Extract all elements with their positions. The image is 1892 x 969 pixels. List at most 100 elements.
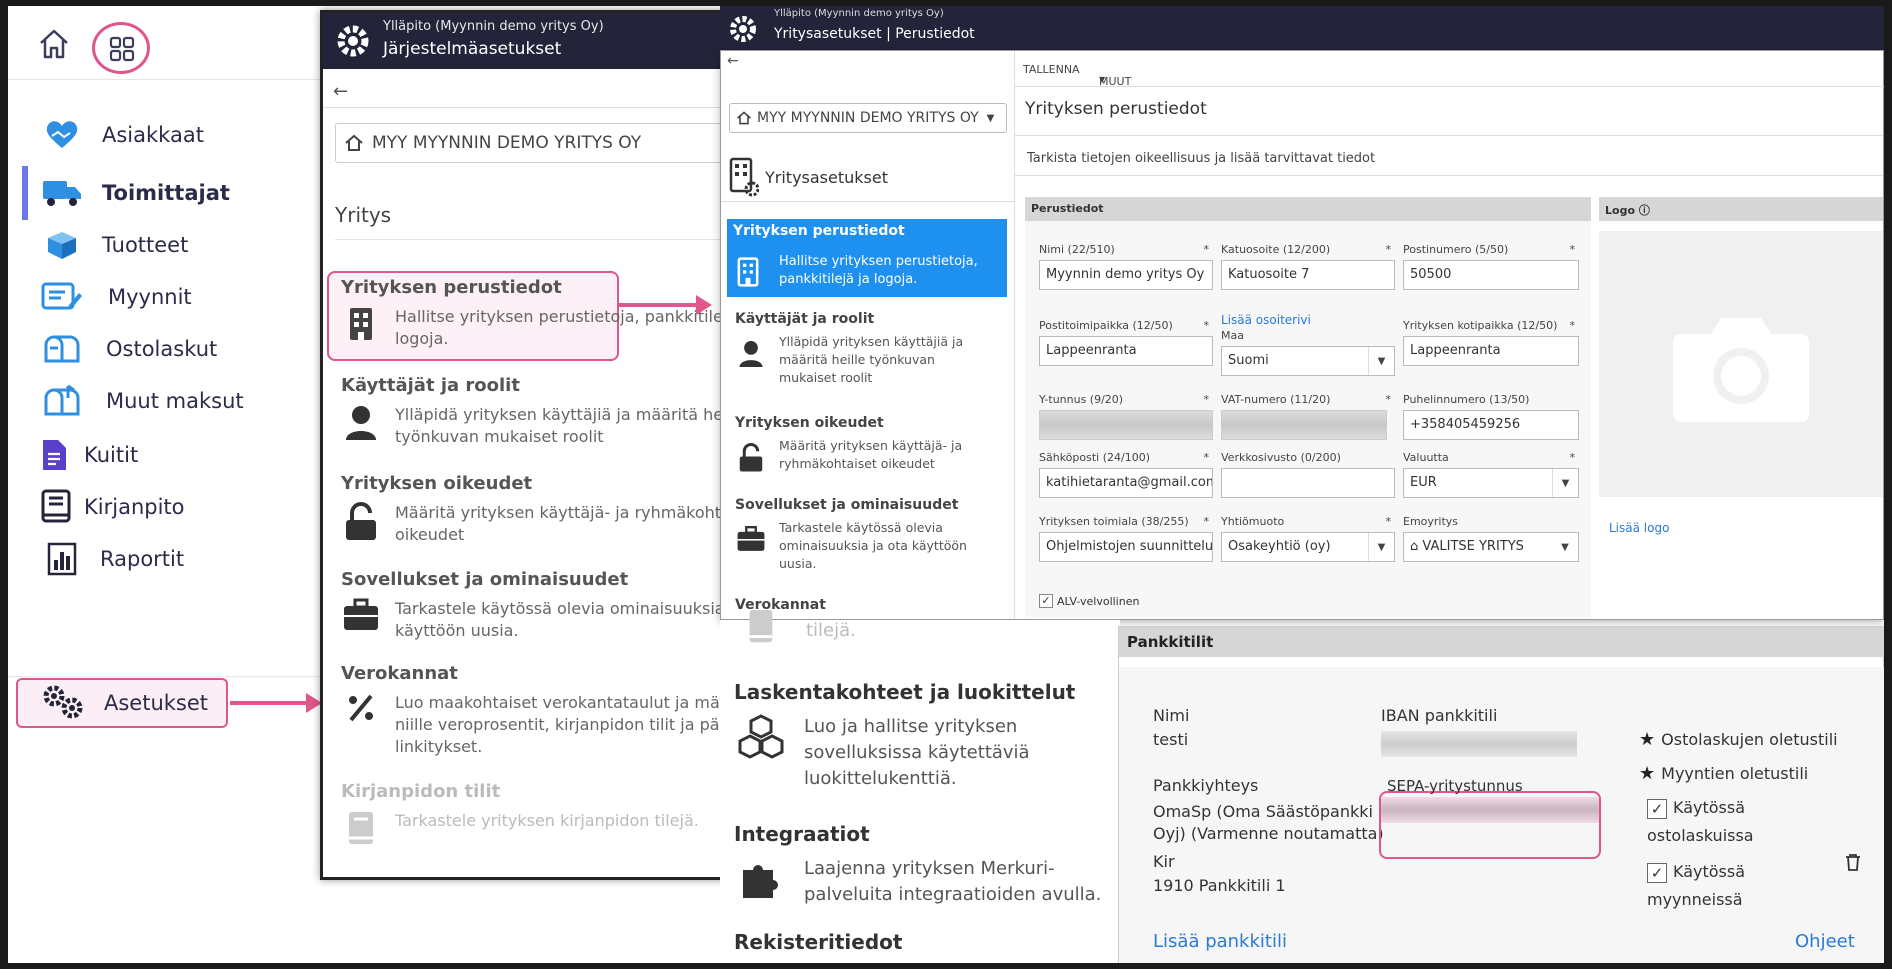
nav-label: Kirjanpito (84, 495, 185, 519)
item-desc: Hallitse yrityksen perustietoja, pankkit… (395, 307, 728, 326)
screenshot-frame: Asiakkaat Toimittajat Tuotteet Myynnit O… (0, 0, 1892, 969)
nav-item-toimittajat[interactable]: Toimittajat (22, 168, 322, 218)
caret-down-icon: ▼ (1552, 533, 1578, 561)
settings-item-accounts[interactable]: Kirjanpidon tilit Tarkastele yrityksen k… (341, 781, 725, 850)
nav-item-tuotteet[interactable]: Tuotteet (22, 220, 322, 270)
parent-company-select[interactable]: ⌂ VALITSE YRITYS ▼ (1403, 532, 1579, 562)
iban-redacted (1381, 731, 1577, 757)
logo-placeholder[interactable] (1599, 231, 1883, 497)
nav-item-ostolaskut[interactable]: Ostolaskut (22, 324, 322, 374)
grid-icon (109, 36, 135, 62)
parent-company-field: Emoyritys ⌂ VALITSE YRITYS ▼ (1403, 515, 1579, 562)
truck-icon (40, 173, 84, 213)
settings-item-users[interactable]: Käyttäjät ja roolit Ylläpidä yrityksen k… (341, 375, 725, 448)
info-icon[interactable]: ⓘ (1639, 204, 1650, 217)
sidebar-item-users[interactable]: Käyttäjät ja roolit Ylläpidä yrityksen k… (735, 311, 1009, 387)
item-desc: käyttöön uusia. (395, 621, 519, 640)
sidebar-item-apps[interactable]: Sovellukset ja ominaisuudet Tarkastele k… (735, 497, 1009, 573)
domicile-field: Yrityksen kotipaikka (12/50) * Lappeenran… (1403, 319, 1579, 366)
nav-item-kuitit[interactable]: Kuitit (22, 430, 322, 480)
back-arrow-icon[interactable]: ← (333, 81, 348, 102)
home-button[interactable] (36, 26, 72, 62)
company-selector[interactable]: MYY MYYNNIN DEMO YRITYS OY ▼ (729, 103, 1007, 133)
settings-item-registry[interactable]: Rekisteritiedot (734, 930, 1114, 954)
settings-item-integrations[interactable]: Integraatiot Laajenna yrityksen Merkuri-… (734, 822, 1114, 908)
city-input[interactable]: Lappeenranta (1039, 336, 1213, 366)
toolbar: TALLENNA MUUT ▼ (1015, 51, 1884, 88)
email-input[interactable]: katihietaranta@gmail.com (1039, 468, 1213, 498)
default-sales-account[interactable]: ★ Myyntien oletustili (1639, 763, 1808, 785)
settings-item-tax[interactable]: Verokannat Luo maakohtaiset verokantatau… (341, 663, 725, 758)
item-title: Verokannat (341, 663, 458, 684)
street-field: Katuosoite (12/200) * Katuosoite 7 (1221, 243, 1395, 290)
field-label: Emoyritys (1403, 515, 1459, 528)
item-desc: tilejä. (806, 620, 856, 641)
item-desc: Tarkastele käytössä olevia (779, 520, 943, 535)
briefcase-icon (735, 519, 767, 573)
divider (335, 239, 725, 240)
bank-connection: Oyj) (Varmenne noutamatta) (1153, 824, 1384, 843)
chevron-down-icon: ▼ (986, 112, 995, 124)
field-label: Nimi (1153, 706, 1190, 725)
apps-grid-button[interactable] (92, 22, 150, 74)
company-form-select[interactable]: Osakeyhtiö (oy) ▼ (1221, 532, 1395, 562)
use-in-sales-checkbox[interactable]: ✓ Käytössä (1647, 861, 1745, 883)
camera-icon (1673, 318, 1809, 422)
domicile-input[interactable]: Lappeenranta (1403, 336, 1579, 366)
nav-item-muut-maksut[interactable]: Muut maksut (22, 376, 322, 426)
postal-code-input[interactable]: 50500 (1403, 260, 1579, 290)
country-select[interactable]: Suomi ▼ (1221, 346, 1395, 376)
add-address-line-link[interactable]: Lisää osoiterivi (1221, 313, 1311, 327)
business-id-input-redacted[interactable] (1039, 410, 1213, 440)
company-name: MYY MYYNNIN DEMO YRITYS OY (757, 110, 979, 126)
item-desc: työnkuvan mukaiset roolit (395, 427, 604, 446)
nav-item-raportit[interactable]: Raportit (22, 534, 322, 584)
industry-input[interactable]: Ohjelmistojen suunnittelu (1039, 532, 1213, 562)
nav-item-asetukset[interactable]: Asetukset (16, 678, 228, 728)
nav-item-myynnit[interactable]: Myynnit (22, 272, 322, 322)
item-desc: määritä heille työnkuvan (779, 352, 935, 367)
book-icon (34, 487, 78, 527)
field-label: Y-tunnus (9/20) (1039, 393, 1124, 406)
phone-input[interactable]: +358405459256 (1403, 410, 1579, 440)
use-in-purchases-checkbox[interactable]: ✓ Käytössä (1647, 797, 1745, 819)
add-bank-account-link[interactable]: Lisää pankkitili (1153, 931, 1287, 953)
settings-item-cost-centers[interactable]: Laskentakohteet ja luokittelut Luo ja ha… (734, 680, 1114, 792)
mailbox-out-icon (40, 381, 84, 421)
help-link[interactable]: Ohjeet (1795, 931, 1855, 953)
item-title: Käyttäjät ja roolit (341, 375, 520, 396)
item-desc: niille veroprosentit, kirjanpidon tilit … (395, 715, 725, 734)
settings-item-rights[interactable]: Yrityksen oikeudet Määritä yrityksen käy… (341, 473, 725, 546)
website-input[interactable] (1221, 468, 1395, 498)
name-input[interactable]: Myynnin demo yritys Oy (1039, 260, 1213, 290)
settings-item-perustiedot[interactable]: Yrityksen perustiedot Hallitse yrityksen… (341, 277, 728, 350)
save-button[interactable]: TALLENNA (1023, 63, 1080, 76)
nav-label: Ostolaskut (106, 337, 218, 361)
add-logo-link[interactable]: Lisää logo (1609, 521, 1669, 535)
default-purchase-account[interactable]: ★ Ostolaskujen oletustili (1639, 729, 1838, 751)
briefcase-icon (341, 598, 381, 638)
settings-item-apps[interactable]: Sovellukset ja ominaisuudet Tarkastele k… (341, 569, 725, 642)
home-icon (40, 29, 68, 59)
account-name: testi (1153, 730, 1189, 749)
user-icon (341, 404, 381, 444)
divider (1015, 175, 1883, 176)
vat-number-input-redacted[interactable] (1221, 410, 1387, 440)
nav-item-kirjanpito[interactable]: Kirjanpito (22, 482, 322, 532)
item-title: Kirjanpidon tilit (341, 781, 501, 802)
company-selector[interactable]: MYY MYYNNIN DEMO YRITYS OY (335, 123, 725, 163)
trash-icon[interactable] (1845, 853, 1861, 877)
company-settings-main: ← MYY MYYNNIN DEMO YRITYS OY ▼ Yritysase… (720, 50, 1884, 620)
field-label: VAT-numero (11/20) (1221, 393, 1331, 406)
sidebar-item-perustiedot-active[interactable]: Yrityksen perustiedot Hallitse yrityksen… (727, 219, 1007, 297)
vat-liable-checkbox[interactable]: ✓ ALV-velvollinen (1039, 594, 1139, 608)
company-form-field: Yhtiömuoto * Osakeyhtiö (oy) ▼ (1221, 515, 1395, 562)
item-desc: Määritä yrityksen käyttäjä- ja (779, 438, 963, 453)
nav-item-asiakkaat[interactable]: Asiakkaat (22, 110, 322, 160)
sidebar-item-rights[interactable]: Yrityksen oikeudet Määritä yrityksen käy… (735, 415, 1009, 473)
back-arrow-icon[interactable]: ← (727, 53, 739, 69)
content-subtitle: Tarkista tietojen oikeellisuus ja lisää … (1027, 151, 1376, 166)
sidebar-heading: Yritysasetukset (729, 157, 888, 197)
street-input[interactable]: Katuosoite 7 (1221, 260, 1395, 290)
currency-select[interactable]: EUR ▼ (1403, 468, 1579, 498)
